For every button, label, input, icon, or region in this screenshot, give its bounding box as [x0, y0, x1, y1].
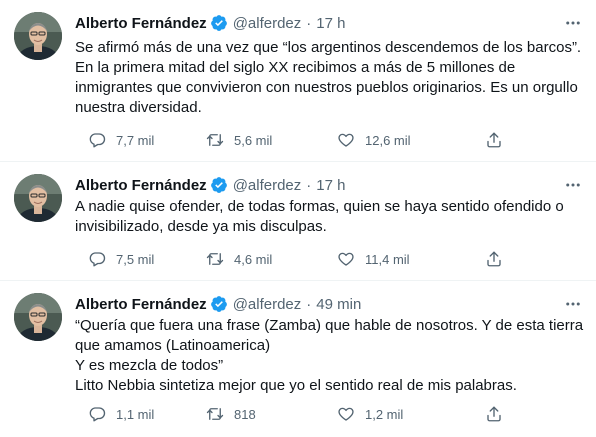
- tweet-text-line: nuestra diversidad.: [75, 99, 202, 116]
- tweet-actions: 7,7 mil 5,6 mil 12,6 mil: [75, 130, 505, 150]
- like-button[interactable]: 12,6 mil: [337, 131, 411, 149]
- heart-icon: [338, 407, 354, 421]
- more-dots-icon[interactable]: [564, 14, 582, 32]
- tweet-actions: 7,5 mil 4,6 mil 11,4 mil: [75, 249, 505, 269]
- share-button[interactable]: [485, 405, 503, 423]
- speech-bubble-icon: [89, 133, 106, 148]
- avatar[interactable]: [14, 174, 62, 222]
- retweet-button[interactable]: 818: [206, 405, 256, 423]
- share-button[interactable]: [485, 250, 503, 268]
- retweet-count: 4,6 mil: [234, 251, 273, 267]
- separator-dot: ·: [306, 176, 312, 194]
- tweet-header: Alberto Fernández @alferdez · 17 h: [75, 12, 345, 34]
- retweet-count: 5,6 mil: [234, 132, 273, 148]
- avatar[interactable]: [14, 12, 62, 60]
- tweet-text: “Quería que fuera una frase (Zamba) que …: [75, 316, 584, 396]
- tweet-text-line: Litto Nebbia sintetiza mejor que yo el s…: [75, 377, 517, 394]
- reply-button[interactable]: 7,7 mil: [88, 131, 154, 149]
- like-count: 11,4 mil: [365, 251, 410, 267]
- author-name[interactable]: Alberto Fernández: [75, 296, 207, 313]
- tweet-header: Alberto Fernández @alferdez · 17 h: [75, 174, 345, 196]
- tweet[interactable]: Alberto Fernández @alferdez · 49 min “Qu…: [0, 281, 596, 437]
- retweet-button[interactable]: 4,6 mil: [206, 250, 272, 268]
- like-count: 1,2 mil: [365, 406, 404, 422]
- share-upload-icon: [487, 251, 501, 267]
- tweet-text-line: En la primera mitad del siglo XX recibim…: [75, 59, 516, 76]
- tweet-text-line: inmigrantes que convivieron con nuestros…: [75, 79, 578, 96]
- separator-dot: ·: [306, 295, 312, 313]
- verified-badge-icon: [210, 14, 228, 32]
- share-upload-icon: [487, 406, 501, 422]
- more-dots-icon[interactable]: [564, 176, 582, 194]
- reply-button[interactable]: 1,1 mil: [88, 405, 154, 423]
- retweet-arrows-icon: [206, 408, 224, 420]
- tweet-text-line: que amamos (Latinoamerica): [75, 337, 271, 354]
- speech-bubble-icon: [89, 252, 106, 267]
- retweet-count: 818: [234, 406, 256, 422]
- retweet-arrows-icon: [206, 253, 224, 265]
- like-button[interactable]: 11,4 mil: [337, 250, 410, 268]
- author-name[interactable]: Alberto Fernández: [75, 15, 207, 32]
- reply-count: 7,7 mil: [116, 132, 155, 148]
- retweet-arrows-icon: [206, 134, 224, 146]
- heart-icon: [338, 133, 354, 147]
- more-dots-icon[interactable]: [564, 295, 582, 313]
- tweet-header: Alberto Fernández @alferdez · 49 min: [75, 293, 361, 315]
- tweet[interactable]: Alberto Fernández @alferdez · 17 h Se af…: [0, 0, 596, 162]
- tweet[interactable]: Alberto Fernández @alferdez · 17 h A nad…: [0, 162, 596, 281]
- author-name[interactable]: Alberto Fernández: [75, 177, 207, 194]
- verified-badge-icon: [210, 295, 228, 313]
- timestamp[interactable]: 17 h: [316, 177, 345, 194]
- timestamp[interactable]: 17 h: [316, 15, 345, 32]
- like-button[interactable]: 1,2 mil: [337, 405, 403, 423]
- tweet-feed: Alberto Fernández @alferdez · 17 h Se af…: [0, 0, 596, 437]
- tweet-text-line: invisibilizado, desde ya mis disculpas.: [75, 218, 327, 235]
- like-count: 12,6 mil: [365, 132, 411, 148]
- speech-bubble-icon: [89, 407, 106, 422]
- share-upload-icon: [487, 132, 501, 148]
- timestamp[interactable]: 49 min: [316, 296, 361, 313]
- tweet-text-line: A nadie quise ofender, de todas formas, …: [75, 198, 564, 215]
- reply-count: 7,5 mil: [116, 251, 155, 267]
- reply-count: 1,1 mil: [116, 406, 155, 422]
- author-handle[interactable]: @alferdez: [233, 15, 302, 32]
- reply-button[interactable]: 7,5 mil: [88, 250, 154, 268]
- tweet-text-line: Y es mezcla de todos”: [75, 357, 224, 374]
- separator-dot: ·: [306, 14, 312, 32]
- tweet-text: Se afirmó más de una vez que “los argent…: [75, 38, 582, 118]
- tweet-text: A nadie quise ofender, de todas formas, …: [75, 197, 580, 237]
- heart-icon: [338, 252, 354, 266]
- tweet-text-line: “Quería que fuera una frase (Zamba) que …: [75, 317, 584, 334]
- avatar[interactable]: [14, 293, 62, 341]
- author-handle[interactable]: @alferdez: [233, 177, 302, 194]
- share-button[interactable]: [485, 131, 503, 149]
- tweet-text-line: Se afirmó más de una vez que “los argent…: [75, 39, 582, 56]
- author-handle[interactable]: @alferdez: [233, 296, 302, 313]
- tweet-actions: 1,1 mil 818 1,2 mil: [75, 404, 505, 424]
- verified-badge-icon: [210, 176, 228, 194]
- retweet-button[interactable]: 5,6 mil: [206, 131, 272, 149]
